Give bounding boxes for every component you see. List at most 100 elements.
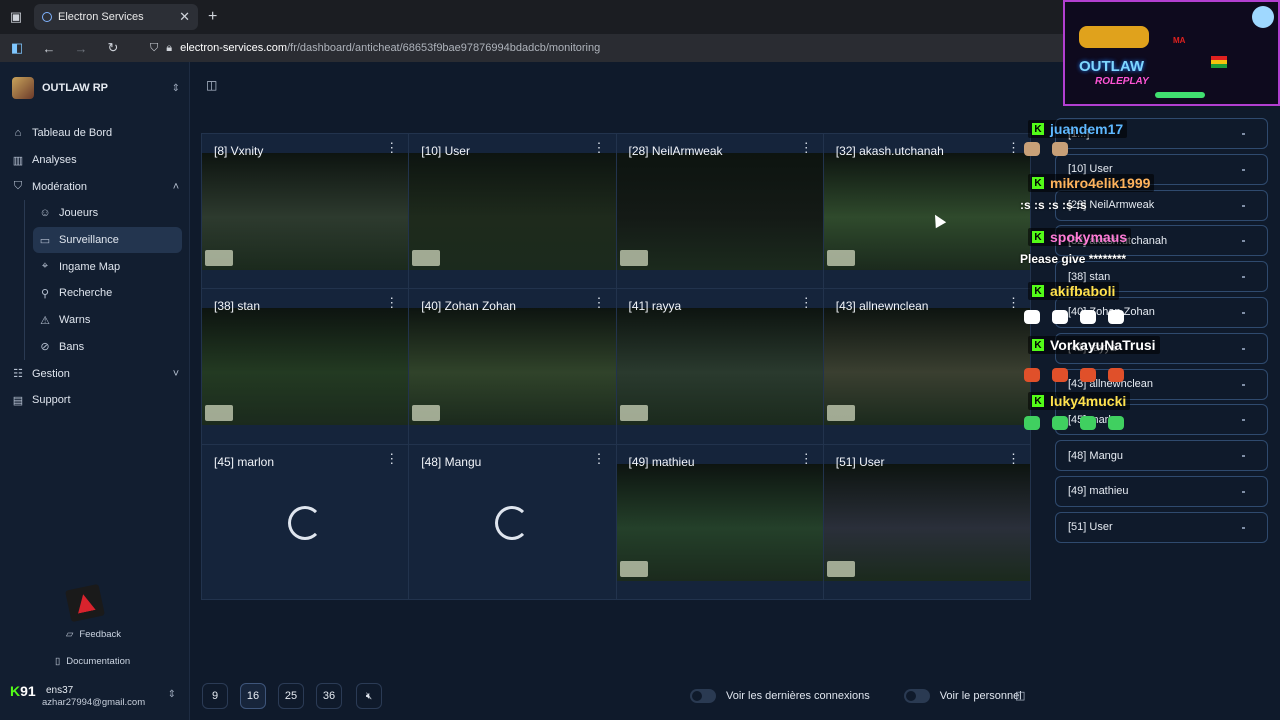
mute-all-button[interactable]: 🔇︎: [356, 683, 382, 709]
player-feed-label: [28] NeilArmweak: [628, 144, 723, 158]
sidebar-nav: ⌂ Tableau de Bord ▥ Analyses ⛉ Modération ˄ …: [8, 120, 182, 414]
sidebar-toggle-icon[interactable]: ◧: [8, 40, 26, 56]
player-feed-card[interactable]: [28] NeilArmweak ⋮: [616, 134, 823, 289]
game-video-feed[interactable]: [616, 153, 823, 270]
minimap: [619, 560, 648, 577]
more-options-icon[interactable]: ⋮: [385, 140, 398, 156]
kick-badge-icon: K: [1032, 177, 1044, 189]
player-list-item[interactable]: [48] Mangu: [1055, 440, 1268, 472]
staff-toggle[interactable]: [903, 689, 930, 703]
toggle-sidebar-icon[interactable]: ◫: [206, 78, 217, 92]
sidebar-item-management[interactable]: ☷ Gestion ˅: [8, 360, 182, 387]
tab-favicon-icon: [42, 12, 52, 22]
sidebar-item-bans[interactable]: ⊘ Bans: [33, 334, 182, 361]
chat-message: K VorkayuNaTrusi: [1028, 336, 1160, 354]
sidebar-item-analytics[interactable]: ▥ Analyses: [8, 147, 182, 174]
grid-size-option[interactable]: 36: [316, 683, 342, 709]
kick-badge-icon: K: [1032, 285, 1044, 297]
game-video-feed[interactable]: [616, 463, 823, 581]
grid-size-option[interactable]: 25: [278, 683, 304, 709]
more-options-icon[interactable]: ⋮: [1007, 451, 1020, 467]
stream-brand-subtitle: ROLEPLAY: [1095, 76, 1149, 87]
close-tab-icon[interactable]: ✕: [179, 9, 190, 25]
more-options-icon[interactable]: ⋮: [1007, 295, 1020, 311]
player-feed-card[interactable]: [40] Zohan Zohan ⋮: [409, 289, 616, 444]
tab-actions-icon[interactable]: ▣: [2, 3, 30, 31]
message-icon: ▱: [66, 629, 74, 640]
player-feed-card[interactable]: [48] Mangu ⋮: [409, 444, 616, 599]
more-options-icon[interactable]: ⋮: [800, 140, 813, 156]
chart-icon: ▥: [12, 154, 24, 167]
sidebar-item-players[interactable]: ☺ Joueurs: [33, 200, 182, 227]
new-tab-icon[interactable]: +: [208, 8, 217, 26]
player-feed-card[interactable]: [41] rayya ⋮: [616, 289, 823, 444]
sidebar-item-ingame-map[interactable]: ⌖ Ingame Map: [33, 253, 182, 280]
alert-logo-icon: [65, 583, 105, 623]
player-list-item[interactable]: [51] User: [1055, 511, 1268, 543]
player-feed-card[interactable]: [43] allnewnclean ⋮: [823, 289, 1030, 444]
user-name: ens37: [46, 685, 74, 696]
more-options-icon[interactable]: ⋮: [385, 451, 398, 467]
documentation-link[interactable]: ▯ Documentation: [55, 656, 130, 667]
player-feed-card[interactable]: [8] Vxnity ⋮: [202, 134, 409, 289]
browser-tab[interactable]: Electron Services ✕: [34, 4, 198, 30]
sidebar-item-label: Joueurs: [59, 207, 99, 220]
warning-icon: ⚠: [40, 314, 50, 327]
game-video-feed[interactable]: [409, 308, 616, 426]
player-feed-label: [10] User: [421, 144, 470, 158]
game-video-feed[interactable]: [202, 308, 409, 426]
chat-username: luky4mucki: [1050, 393, 1127, 409]
player-feed-label: [40] Zohan Zohan: [421, 299, 516, 314]
toggle-player-list-icon[interactable]: ◫: [1015, 689, 1025, 702]
lock-icon: 🔒︎: [166, 41, 173, 54]
forward-icon[interactable]: →: [72, 41, 90, 56]
more-options-icon[interactable]: ⋮: [593, 451, 606, 467]
more-options-icon[interactable]: ⋮: [593, 140, 606, 156]
support-icon: ▤: [12, 394, 24, 407]
sidebar-item-warns[interactable]: ⚠ Warns: [33, 307, 182, 334]
org-switcher[interactable]: OUTLAW RP ⇕: [12, 76, 180, 100]
kick-logo-icon: K: [10, 683, 21, 699]
sidebar-item-label: Surveillance: [59, 234, 119, 247]
reload-icon[interactable]: ↻: [104, 40, 122, 56]
sidebar-item-surveillance[interactable]: ▭ Surveillance: [33, 226, 182, 254]
chat-emotes: [1024, 310, 1124, 324]
more-options-icon[interactable]: ⋮: [593, 295, 606, 311]
game-video-feed[interactable]: [202, 153, 409, 270]
user-email: azhar27994@gmail.com: [42, 697, 146, 708]
sidebar-item-dashboard[interactable]: ⌂ Tableau de Bord: [8, 120, 182, 147]
feedback-link[interactable]: ▱ Feedback: [66, 629, 121, 640]
user-menu[interactable]: K91 ens37 azhar27994@gmail.com ⇕: [10, 683, 182, 713]
car-graphic: [1079, 26, 1149, 48]
org-logo: [12, 77, 34, 99]
player-feed-card[interactable]: [49] mathieu ⋮: [616, 444, 823, 599]
loading-spinner-icon: [288, 505, 322, 540]
sidebar-item-support[interactable]: ▤ Support: [8, 387, 182, 414]
more-options-icon[interactable]: ⋮: [800, 451, 813, 467]
grid-size-option[interactable]: 9: [202, 683, 228, 709]
back-icon[interactable]: ←: [40, 41, 58, 56]
game-video-feed[interactable]: [616, 308, 823, 426]
player-feed-card[interactable]: [38] stan ⋮: [202, 289, 409, 444]
game-video-feed[interactable]: [823, 463, 1030, 581]
game-video-feed[interactable]: [823, 153, 1030, 270]
minimap: [826, 250, 855, 266]
player-feed-card[interactable]: [10] User ⋮: [409, 134, 616, 289]
sidebar-item-search[interactable]: ⚲ Recherche: [33, 280, 182, 307]
chat-username: spokymaus: [1050, 229, 1128, 245]
recent-connections-toggle[interactable]: [690, 689, 716, 703]
more-options-icon[interactable]: ⋮: [385, 295, 398, 311]
grid-size-option[interactable]: 16: [240, 683, 266, 709]
more-options-icon[interactable]: ⋮: [800, 295, 813, 311]
player-feed-card[interactable]: [32] akash.utchanah ⋮: [823, 134, 1030, 289]
player-feed-card[interactable]: [51] User ⋮: [823, 444, 1030, 599]
streamer-avatar: [1252, 6, 1274, 28]
stream-brand-title: OUTLAW: [1079, 58, 1144, 75]
game-video-feed[interactable]: [823, 308, 1030, 426]
minimap: [619, 405, 648, 422]
player-list-item[interactable]: [49] mathieu: [1055, 475, 1268, 507]
sidebar-item-moderation[interactable]: ⛉ Modération ˄: [8, 173, 182, 200]
player-feed-card[interactable]: [45] marlon ⋮: [202, 444, 409, 599]
more-options-icon[interactable]: ⋮: [1007, 140, 1020, 156]
game-video-feed[interactable]: [409, 153, 616, 270]
